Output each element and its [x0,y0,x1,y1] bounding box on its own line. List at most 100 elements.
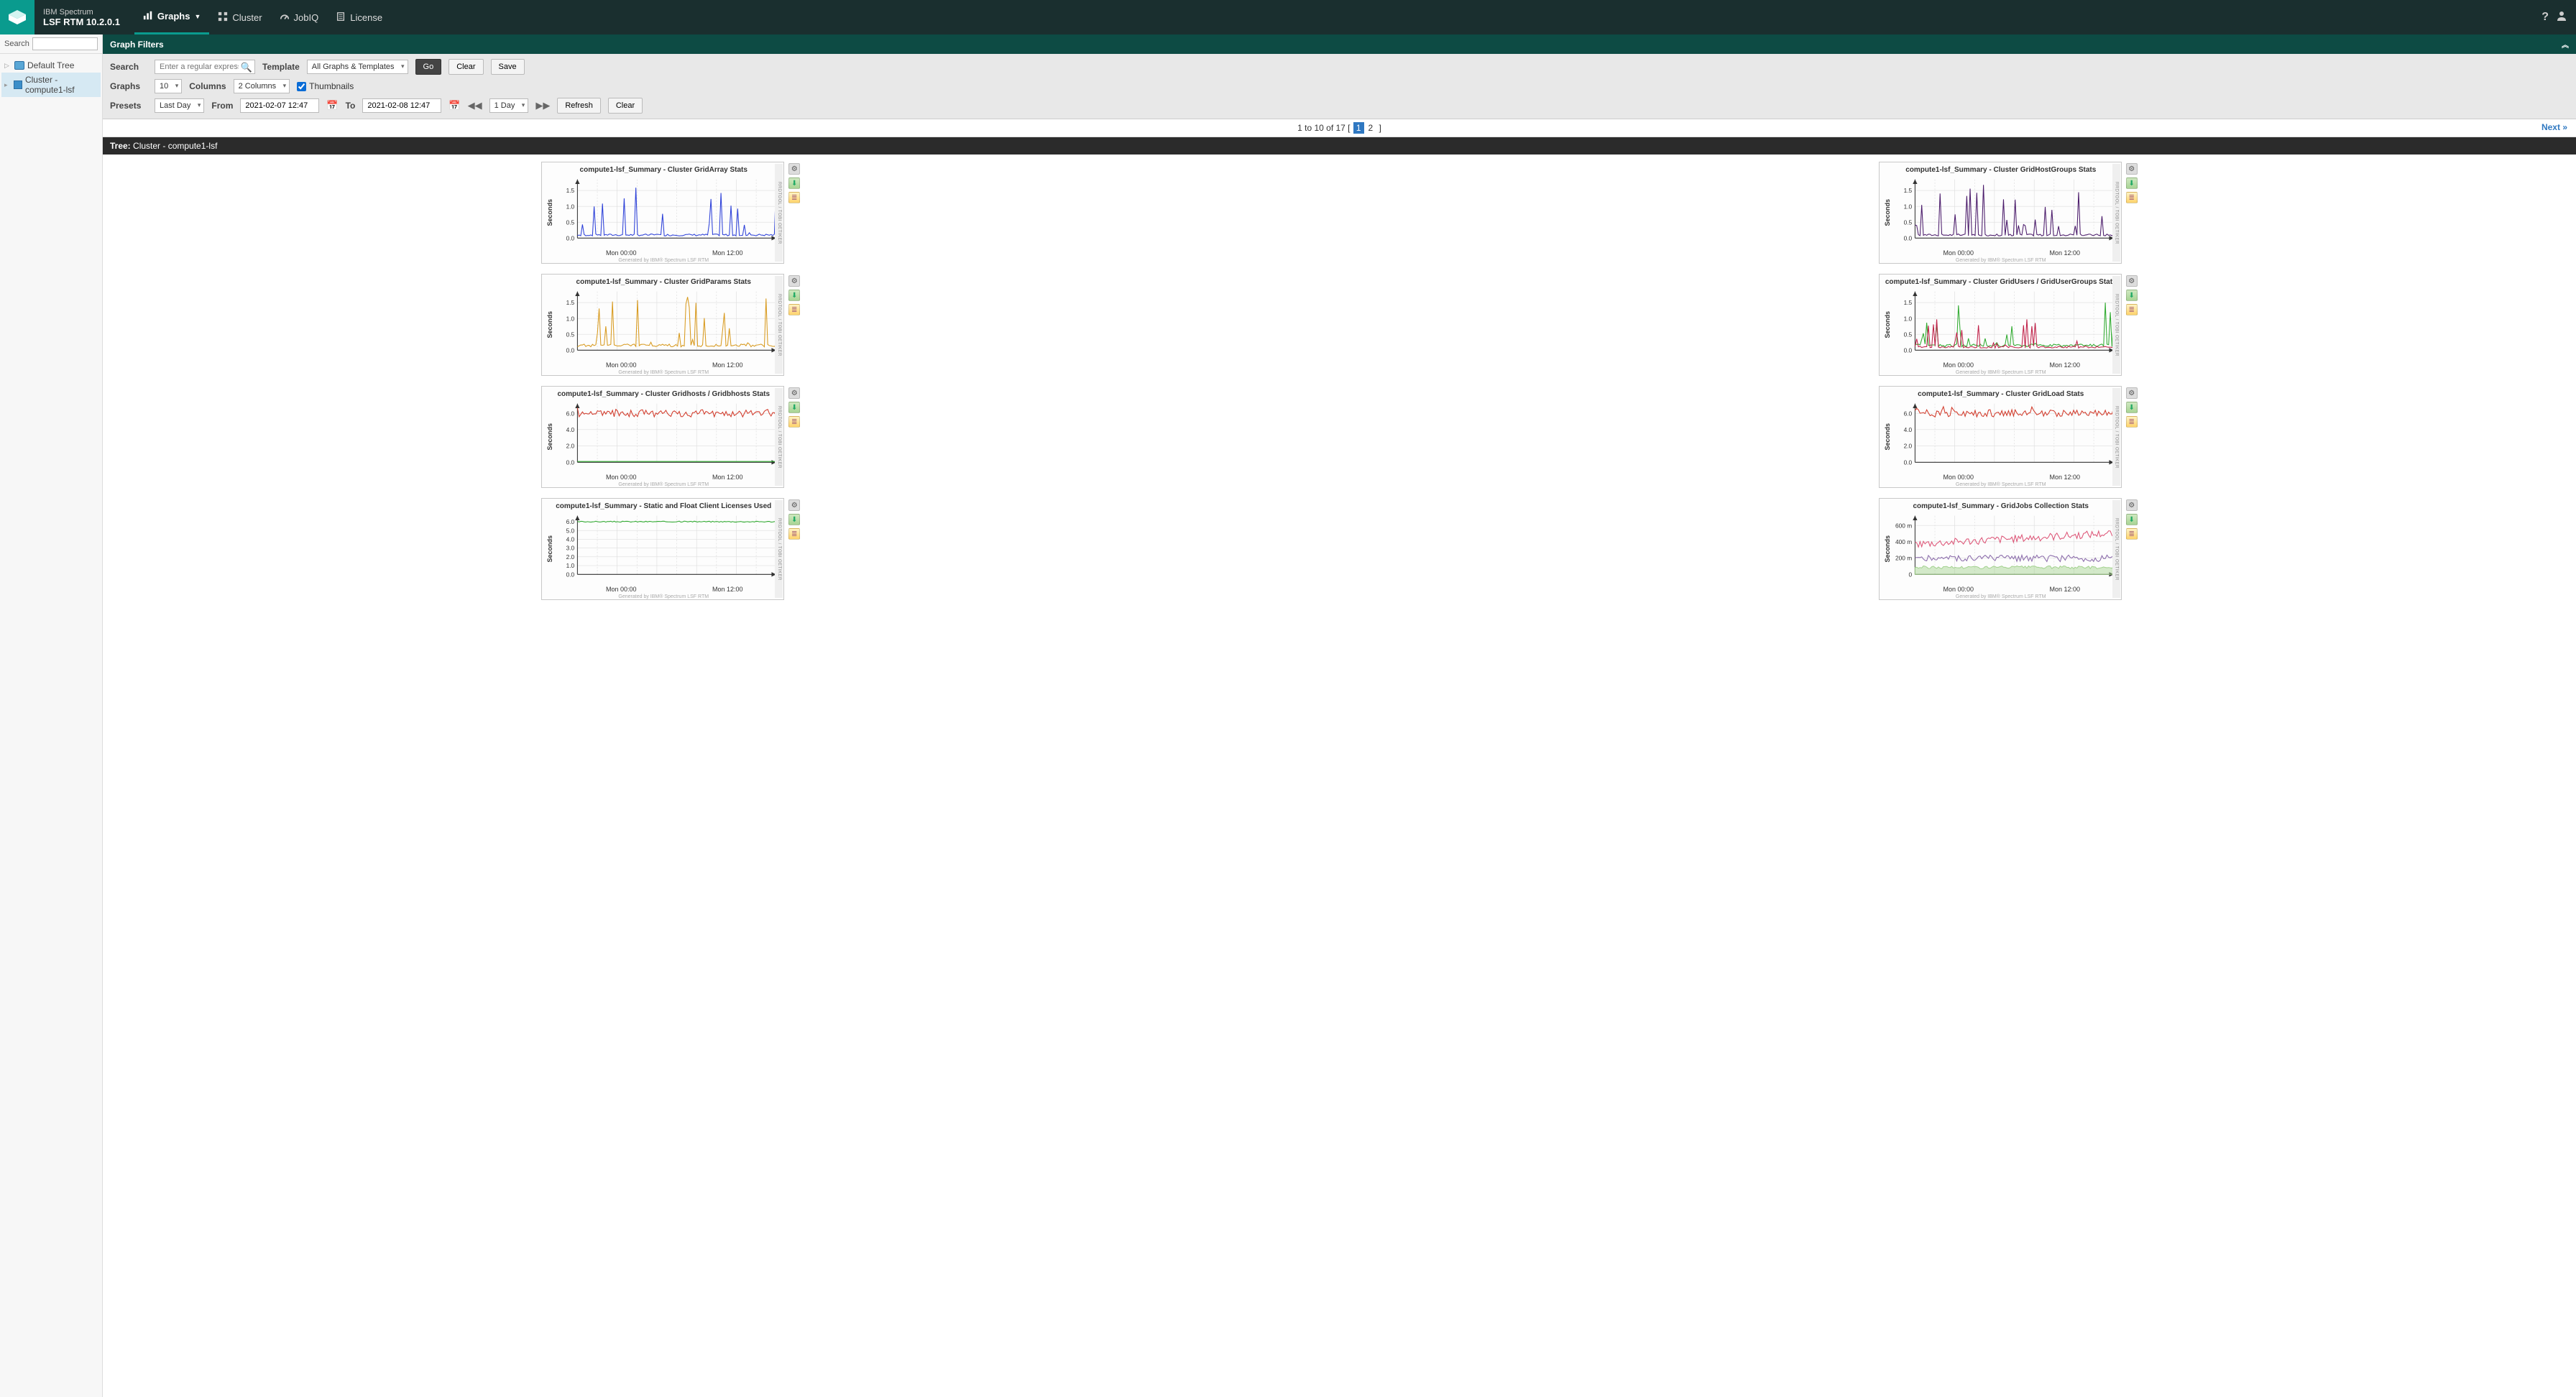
thumbnails-check[interactable] [297,82,306,91]
rrdtool-watermark: RRDTOOL / TOBI OETIKER [775,388,783,486]
graph-icon [14,80,22,89]
graph-footer: Generated by IBM® Spectrum LSF RTM [1884,481,2118,489]
svg-text:0.5: 0.5 [566,218,575,226]
app-logo[interactable] [0,0,34,34]
graph-plot: 0200 m400 m600 m [1892,512,2118,586]
pager-next[interactable]: Next » [2542,122,2567,132]
graph-thumbnail[interactable]: compute1-lsf_Summary - Cluster Gridhosts… [541,386,784,488]
graph-tree: ▷ Default Tree ▸ Cluster - compute1-lsf [0,54,102,101]
realtime-icon[interactable]: ≣ [2126,192,2138,203]
graph-thumbnail[interactable]: compute1-lsf_Summary - Cluster GridUsers… [1879,274,2122,376]
timespan-dropdown[interactable]: 1 Day [489,98,529,113]
tab-graphs[interactable]: Graphs ▼ [134,0,209,34]
graphs-dropdown[interactable]: 10 [155,79,182,93]
csv-export-icon[interactable]: ⬇ [788,402,800,413]
tree-default[interactable]: ▷ Default Tree [1,58,101,73]
svg-text:0.0: 0.0 [1903,234,1912,241]
refresh-button[interactable]: Refresh [557,98,601,114]
help-icon[interactable]: ? [2542,11,2549,24]
graph-thumbnail[interactable]: compute1-lsf_Summary - Cluster GridLoad … [1879,386,2122,488]
search-icon[interactable]: 🔍 [241,62,252,73]
gear-icon[interactable]: ⚙ [788,275,800,287]
tab-jobiq[interactable]: JobIQ [271,0,328,34]
rrdtool-watermark: RRDTOOL / TOBI OETIKER [2112,388,2120,486]
csv-export-icon[interactable]: ⬇ [788,290,800,301]
gear-icon[interactable]: ⚙ [2126,499,2138,511]
shift-left-icon[interactable]: ◀◀ [468,100,482,111]
search-label: Search [110,62,147,72]
clear-button[interactable]: Clear [448,59,483,75]
graphs-label: Graphs [110,81,147,91]
realtime-icon[interactable]: ≣ [2126,528,2138,540]
page-2[interactable]: 2 [1366,122,1376,134]
to-input[interactable] [362,98,441,113]
svg-text:0.0: 0.0 [566,346,575,354]
graph-tools: ⚙ ⬇ ≣ [788,386,800,428]
graph-title: compute1-lsf_Summary - Cluster GridHostG… [1884,165,2118,175]
tree-expand-icon[interactable]: ▸ [4,81,11,89]
template-dropdown[interactable]: All Graphs & Templates [307,60,408,74]
presets-dropdown[interactable]: Last Day [155,98,204,113]
tree-cluster[interactable]: ▸ Cluster - compute1-lsf [1,73,101,97]
brand-line1: IBM Spectrum [43,8,120,17]
tab-license[interactable]: License [327,0,391,34]
gear-icon[interactable]: ⚙ [788,163,800,175]
svg-text:400 m: 400 m [1895,538,1912,545]
svg-text:3.0: 3.0 [566,545,575,552]
csv-export-icon[interactable]: ⬇ [788,177,800,189]
clear-timespan-button[interactable]: Clear [608,98,643,114]
csv-export-icon[interactable]: ⬇ [2126,402,2138,413]
graph-plot: 0.02.04.06.0 [1892,400,2118,474]
columns-dropdown[interactable]: 2 Columns [234,79,290,93]
realtime-icon[interactable]: ≣ [788,192,800,203]
realtime-icon[interactable]: ≣ [2126,304,2138,315]
csv-export-icon[interactable]: ⬇ [788,514,800,525]
realtime-icon[interactable]: ≣ [788,416,800,428]
template-label: Template [262,62,300,72]
page-1[interactable]: 1 [1353,122,1364,134]
collapse-icon[interactable]: ︽ [2562,39,2569,50]
thumbnails-checkbox[interactable]: Thumbnails [297,81,354,91]
sidebar-search-input[interactable] [32,37,98,50]
csv-export-icon[interactable]: ⬇ [2126,514,2138,525]
csv-export-icon[interactable]: ⬇ [2126,290,2138,301]
graph-thumbnail[interactable]: compute1-lsf_Summary - Cluster GridArray… [541,162,784,264]
realtime-icon[interactable]: ≣ [2126,416,2138,428]
realtime-icon[interactable]: ≣ [788,528,800,540]
topbar: IBM Spectrum LSF RTM 10.2.0.1 Graphs ▼ C… [0,0,2576,34]
pager-summary-b: ] [1376,123,1381,133]
to-label: To [346,101,356,111]
graph-thumbnail[interactable]: compute1-lsf_Summary - GridJobs Collecti… [1879,498,2122,600]
graph-cell: compute1-lsf_Summary - Cluster GridHostG… [1879,162,2138,264]
user-icon[interactable] [2556,10,2567,25]
content: Graph Filters ︽ Search 🔍 Template All Gr… [103,34,2576,1397]
main: Search ▷ Default Tree ▸ Cluster - comput… [0,34,2576,1397]
gear-icon[interactable]: ⚙ [788,499,800,511]
graph-thumbnail[interactable]: compute1-lsf_Summary - Static and Float … [541,498,784,600]
tab-cluster[interactable]: Cluster [209,0,270,34]
graph-thumbnail[interactable]: compute1-lsf_Summary - Cluster GridHostG… [1879,162,2122,264]
csv-export-icon[interactable]: ⬇ [2126,177,2138,189]
gear-icon[interactable]: ⚙ [2126,275,2138,287]
calendar-icon[interactable]: 📅 [448,100,460,111]
chevron-down-icon: ▼ [194,13,201,20]
rrdtool-watermark: RRDTOOL / TOBI OETIKER [2112,500,2120,598]
svg-text:2.0: 2.0 [566,553,575,561]
calendar-icon[interactable]: 📅 [326,100,338,111]
cluster-icon [218,11,228,24]
gear-icon[interactable]: ⚙ [788,387,800,399]
go-button[interactable]: Go [415,59,442,75]
filter-row-2: Graphs 10 Columns 2 Columns Thumbnails [110,77,2569,96]
graph-xlabels: Mon 00:00 Mon 12:00 [546,586,781,593]
save-button[interactable]: Save [491,59,525,75]
rrdtool-watermark: RRDTOOL / TOBI OETIKER [775,164,783,262]
realtime-icon[interactable]: ≣ [788,304,800,315]
graph-title: compute1-lsf_Summary - Cluster GridArray… [546,165,781,175]
thumbnails-label: Thumbnails [309,81,354,91]
gear-icon[interactable]: ⚙ [2126,163,2138,175]
tree-expand-icon[interactable]: ▷ [4,62,12,70]
from-input[interactable] [240,98,319,113]
gear-icon[interactable]: ⚙ [2126,387,2138,399]
shift-right-icon[interactable]: ▶▶ [535,100,550,111]
graph-thumbnail[interactable]: compute1-lsf_Summary - Cluster GridParam… [541,274,784,376]
